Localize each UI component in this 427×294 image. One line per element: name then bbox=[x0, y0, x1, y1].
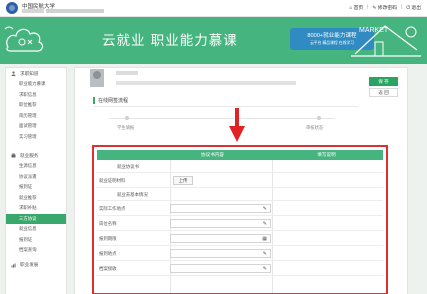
sidebar-item-internship[interactable]: 实习管理 bbox=[6, 132, 66, 143]
form-header-content: 协议书内容 bbox=[201, 152, 224, 157]
power-icon: ⏻ bbox=[406, 6, 411, 11]
sidebar-item-subsidy[interactable]: 求职补贴 bbox=[6, 203, 66, 214]
market-doodle-icon: MARKET bbox=[351, 25, 421, 57]
redacted-info bbox=[116, 81, 296, 85]
step-label-1: 学生填报 bbox=[117, 125, 135, 130]
redacted-text bbox=[46, 9, 104, 13]
briefcase-icon bbox=[11, 153, 16, 158]
banner-title: 云就业 职业能力慕课 bbox=[102, 33, 238, 49]
sidebar-item-resume[interactable]: 简历管理 bbox=[6, 111, 66, 122]
form-subtitle: 就业去基本情况 bbox=[117, 192, 148, 197]
sidebar-item-interview[interactable]: 面试管理 bbox=[6, 121, 66, 132]
step-dot-2 bbox=[317, 116, 321, 120]
sidebar: 求职知道 职业能力慕课 求职信息 职位推荐 简历管理 面试管理 实习管理 就业服… bbox=[5, 67, 67, 294]
position-name-input[interactable]: ✎ bbox=[170, 219, 271, 228]
sidebar-section-title: 就业服务 bbox=[20, 152, 39, 158]
sidebar-section-career[interactable]: 职业发展 bbox=[6, 260, 66, 271]
process-title: 在线网签流程 bbox=[93, 97, 128, 104]
sidebar-item-archive[interactable]: 档案查询 bbox=[6, 245, 66, 256]
sidebar-section-title: 求职知道 bbox=[20, 70, 39, 76]
university-logo bbox=[6, 2, 18, 14]
sidebar-item-job-recommend[interactable]: 职位推荐 bbox=[6, 100, 66, 111]
logout-link[interactable]: ⏻ 退出 bbox=[406, 4, 421, 11]
agreement-form: 协议书内容 填写说明 就业协议书 就业证明材料 上传 就业去基本情况 实际工作地… bbox=[92, 145, 388, 294]
top-links: ⌂ 首页 | ✎ 修改密码 | ⏻ 退出 bbox=[349, 4, 421, 11]
sidebar-item-employment-recommend[interactable]: 就业推荐 bbox=[6, 193, 66, 204]
pencil-icon: ✎ bbox=[262, 221, 267, 227]
step-dot-1 bbox=[125, 116, 129, 120]
steps-track bbox=[109, 118, 335, 119]
sidebar-section-job-guide[interactable]: 求职知道 bbox=[6, 68, 66, 79]
calendar-icon: ▦ bbox=[262, 236, 267, 242]
redacted-text bbox=[22, 9, 44, 13]
separator: | bbox=[367, 5, 369, 10]
avatar bbox=[90, 69, 104, 87]
sidebar-item-job-info[interactable]: 求职信息 bbox=[6, 90, 66, 101]
user-icon bbox=[11, 71, 16, 76]
banner: 云就业 职业能力慕课 8000+就业能力课程 云平台 精品课程 在线学习 MAR… bbox=[0, 17, 427, 64]
sidebar-item-dispatch[interactable]: 协议派遣 bbox=[6, 172, 66, 183]
step-label-2: 审核状态 bbox=[306, 125, 324, 130]
form-subtitle-row: 就业协议书 bbox=[97, 161, 383, 173]
form-subtitle: 就业协议书 bbox=[117, 164, 139, 169]
save-button[interactable]: 保 存 bbox=[369, 77, 398, 86]
redacted-name bbox=[116, 71, 138, 75]
archive-input[interactable]: ✎ bbox=[170, 264, 271, 273]
down-arrow-icon bbox=[229, 108, 245, 142]
table-row: 报到期限 ▦ bbox=[97, 232, 383, 246]
top-bar: 中国民航大学 ⌂ 首页 | ✎ 修改密码 | ⏻ 退出 bbox=[0, 0, 427, 17]
separator: | bbox=[401, 5, 403, 10]
table-row: 档案接收 ✎ bbox=[97, 262, 383, 276]
form-header: 协议书内容 填写说明 bbox=[97, 150, 383, 160]
upload-button[interactable]: 上传 bbox=[173, 176, 193, 185]
form-subtitle-row: 就业去基本情况 bbox=[97, 189, 383, 201]
table-row: 岗位名称 ✎ bbox=[97, 217, 383, 231]
work-location-input[interactable]: ✎ bbox=[170, 204, 271, 213]
edit-icon: ✎ bbox=[372, 6, 377, 11]
work-location-label: 实际工作地点 bbox=[99, 206, 126, 211]
sidebar-item-source-info[interactable]: 生源信息 bbox=[6, 161, 66, 172]
sidebar-section-employment[interactable]: 就业服务 bbox=[6, 150, 66, 161]
home-link[interactable]: ⌂ 首页 bbox=[349, 4, 363, 11]
cloud-doodle-icon bbox=[4, 26, 44, 52]
sidebar-item-report-card[interactable]: 报到证 bbox=[6, 182, 66, 193]
table-row: 实际工作地点 ✎ bbox=[97, 202, 383, 216]
sidebar-item-report[interactable]: 报到证 bbox=[6, 235, 66, 246]
report-deadline-label: 报到期限 bbox=[99, 236, 117, 241]
report-deadline-input[interactable]: ▦ bbox=[170, 234, 271, 243]
report-location-label: 报到地点 bbox=[99, 251, 117, 256]
archive-label: 档案接收 bbox=[99, 266, 117, 271]
market-sign: MARKET bbox=[359, 27, 389, 34]
position-name-label: 岗位名称 bbox=[99, 221, 117, 226]
form-header-notes: 填写说明 bbox=[317, 152, 336, 157]
change-password-link[interactable]: ✎ 修改密码 bbox=[372, 4, 397, 11]
pencil-icon: ✎ bbox=[262, 251, 267, 257]
back-button[interactable]: 返 回 bbox=[369, 88, 398, 97]
pencil-icon: ✎ bbox=[262, 266, 267, 272]
table-row: 报到地点 ✎ bbox=[97, 247, 383, 261]
pencil-icon: ✎ bbox=[262, 206, 267, 212]
home-icon: ⌂ bbox=[349, 6, 353, 11]
sidebar-item-tripartite[interactable]: 三方协议 bbox=[6, 213, 66, 224]
divider bbox=[93, 106, 358, 107]
table-row: 就业证明材料 上传 bbox=[97, 174, 383, 188]
chart-icon bbox=[11, 263, 16, 267]
report-location-input[interactable]: ✎ bbox=[170, 249, 271, 258]
sidebar-section-title: 职业发展 bbox=[20, 262, 39, 267]
upload-label: 就业证明材料 bbox=[99, 178, 126, 183]
sidebar-item-employment-info[interactable]: 就业信息 bbox=[6, 224, 66, 235]
sidebar-item-mooc[interactable]: 职业能力慕课 bbox=[6, 79, 66, 90]
